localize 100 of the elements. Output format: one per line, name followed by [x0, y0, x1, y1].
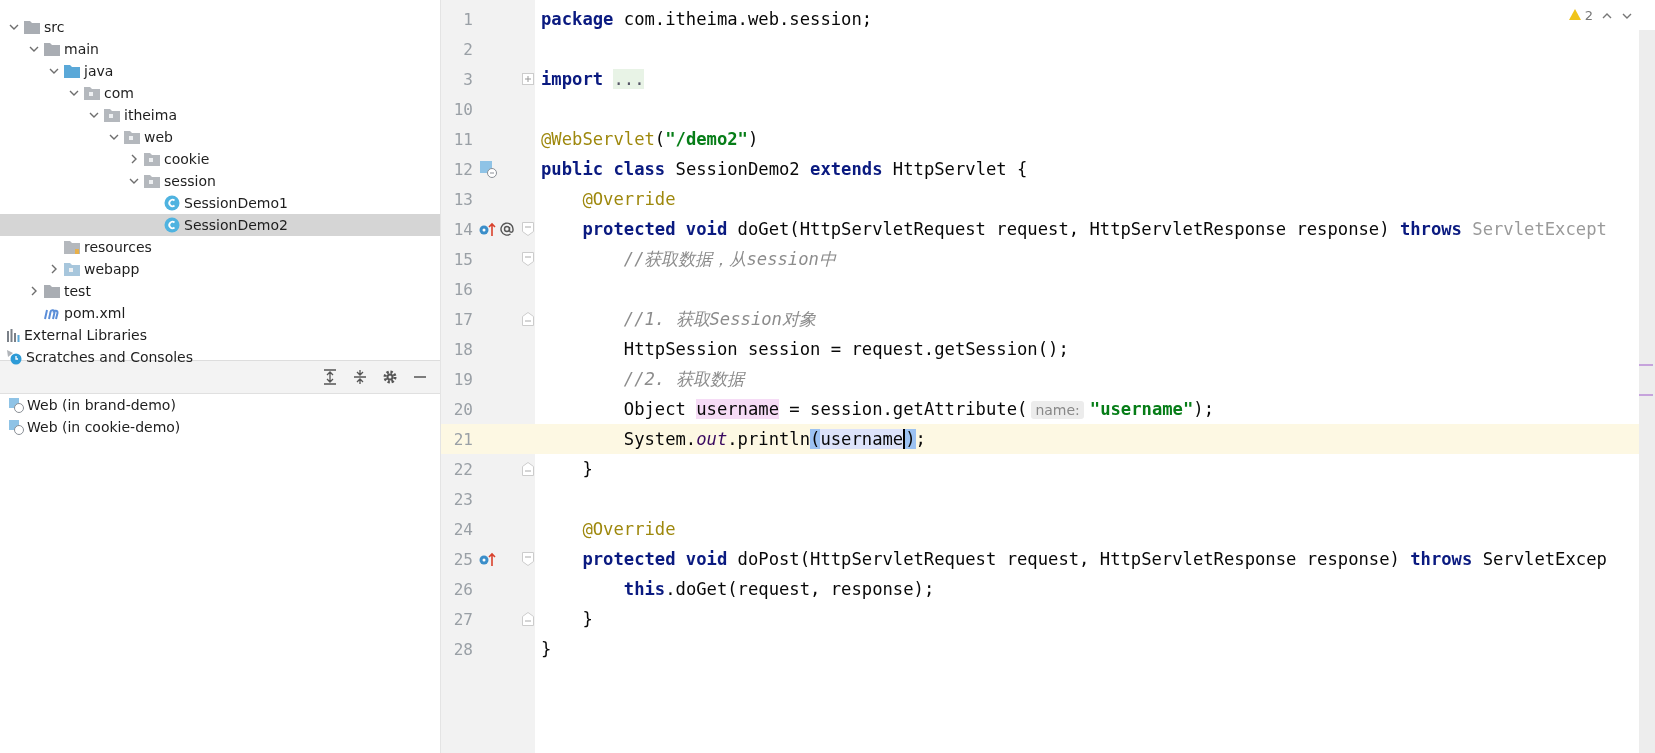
warning-icon	[1568, 9, 1581, 20]
code-line: //获取数据，从session中	[622, 248, 836, 271]
maven-icon	[44, 306, 60, 320]
folder-icon	[64, 240, 80, 254]
service-item[interactable]: Web (in cookie-demo)	[0, 416, 440, 438]
folder-icon	[104, 108, 120, 122]
line-number: 26	[452, 579, 473, 599]
folder-icon	[84, 86, 100, 100]
tree-label: src	[44, 19, 65, 35]
override-icon[interactable]	[479, 551, 497, 567]
override-icon[interactable]	[479, 221, 497, 237]
tree-item[interactable]: src	[0, 16, 440, 38]
servlet-icon[interactable]	[479, 160, 497, 178]
service-item[interactable]: Web (in brand-demo)	[0, 394, 440, 416]
line-number: 17	[452, 309, 473, 329]
code-line: //1. 获取Session对象	[622, 308, 816, 331]
tree-item[interactable]: External Libraries	[0, 324, 440, 346]
tree-label: Scratches and Consoles	[26, 349, 193, 365]
settings-icon[interactable]	[382, 369, 398, 385]
tree-label: External Libraries	[24, 327, 147, 343]
line-number: 13	[452, 189, 473, 209]
code-line: @Override	[581, 519, 676, 539]
code-line: }	[540, 639, 552, 659]
line-number: 1	[462, 9, 473, 29]
tree-item[interactable]: java	[0, 60, 440, 82]
line-number: 18	[452, 339, 473, 359]
code-line: HttpSession session = request.getSession();	[622, 339, 1069, 359]
folder-icon	[44, 42, 60, 56]
tree-label: test	[64, 283, 91, 299]
tree-item[interactable]: test	[0, 280, 440, 302]
folder-icon	[64, 64, 80, 78]
code-line: @Override	[581, 189, 676, 209]
line-number: 24	[452, 519, 473, 539]
line-number: 14	[452, 219, 473, 239]
tree-label: pom.xml	[64, 305, 126, 321]
scrollbar[interactable]	[1639, 30, 1655, 753]
folder-icon	[64, 262, 80, 276]
tree-label: resources	[84, 239, 152, 255]
tree-item[interactable]: com	[0, 82, 440, 104]
libraries-icon	[6, 328, 20, 342]
tree-label: session	[164, 173, 216, 189]
code-line: import ...	[540, 69, 645, 89]
line-number: 10	[452, 99, 473, 119]
tree-item[interactable]: SessionDemo1	[0, 192, 440, 214]
code-line: protected void doGet(HttpServletRequest request, HttpServletResponse response) throws ServletExcept	[581, 219, 1607, 239]
code-line: @WebServlet("/demo2")	[540, 129, 759, 149]
tree-item[interactable]: resources	[0, 236, 440, 258]
line-number: 12	[452, 159, 473, 179]
line-number: 27	[452, 609, 473, 629]
line-number: 11	[452, 129, 473, 149]
code-line: //2. 获取数据	[622, 368, 744, 391]
tree-label: cookie	[164, 151, 210, 167]
code-line: this.doGet(request, response);	[622, 579, 935, 599]
code-line: package com.itheima.web.session;	[540, 9, 873, 29]
tree-item[interactable]: SessionDemo2	[0, 214, 440, 236]
folder-icon	[144, 174, 160, 188]
class-icon	[164, 195, 180, 211]
class-icon	[164, 217, 180, 233]
line-number: 15	[452, 249, 473, 269]
tree-label: itheima	[124, 107, 177, 123]
tree-item[interactable]: web	[0, 126, 440, 148]
line-number: 28	[452, 639, 473, 659]
tree-item[interactable]: cookie	[0, 148, 440, 170]
code-line: Object username = session.getAttribute( name: "username");	[622, 399, 1214, 419]
tree-label: main	[64, 41, 99, 57]
tree-label: SessionDemo2	[184, 217, 288, 233]
web-module-icon	[8, 419, 24, 435]
line-number: 3	[462, 69, 473, 89]
tree-label: com	[104, 85, 134, 101]
line-number: 25	[452, 549, 473, 569]
tree-label: webapp	[84, 261, 140, 277]
expand-all-icon[interactable]	[322, 369, 338, 385]
annotation-icon[interactable]	[499, 221, 515, 237]
tree-label: web	[144, 129, 173, 145]
web-module-icon	[8, 397, 24, 413]
line-number: 2	[462, 39, 473, 59]
code-line: System.out.println(username);	[622, 429, 926, 449]
code-line: protected void doPost(HttpServletRequest request, HttpServletResponse response) throws ServletExcep	[581, 549, 1607, 569]
line-number: 19	[452, 369, 473, 389]
line-number: 23	[452, 489, 473, 509]
line-number: 21	[452, 429, 473, 449]
folder-icon	[24, 20, 40, 34]
tree-label: java	[84, 63, 114, 79]
code-line: public class SessionDemo2 extends HttpServlet {	[540, 159, 1028, 179]
folder-icon	[144, 152, 160, 166]
tree-item[interactable]: itheima	[0, 104, 440, 126]
warning-count[interactable]: 2	[1568, 8, 1593, 23]
collapse-all-icon[interactable]	[352, 369, 368, 385]
line-number: 20	[452, 399, 473, 419]
tree-item[interactable]: pom.xml	[0, 302, 440, 324]
folder-icon	[124, 130, 140, 144]
code-line: }	[581, 609, 593, 629]
line-number: 16	[452, 279, 473, 299]
folder-icon	[44, 284, 60, 298]
tree-item[interactable]: webapp	[0, 258, 440, 280]
tree-item[interactable]: session	[0, 170, 440, 192]
tree-item[interactable]: main	[0, 38, 440, 60]
line-number: 22	[452, 459, 473, 479]
tree-label: SessionDemo1	[184, 195, 288, 211]
code-line: }	[581, 459, 593, 479]
